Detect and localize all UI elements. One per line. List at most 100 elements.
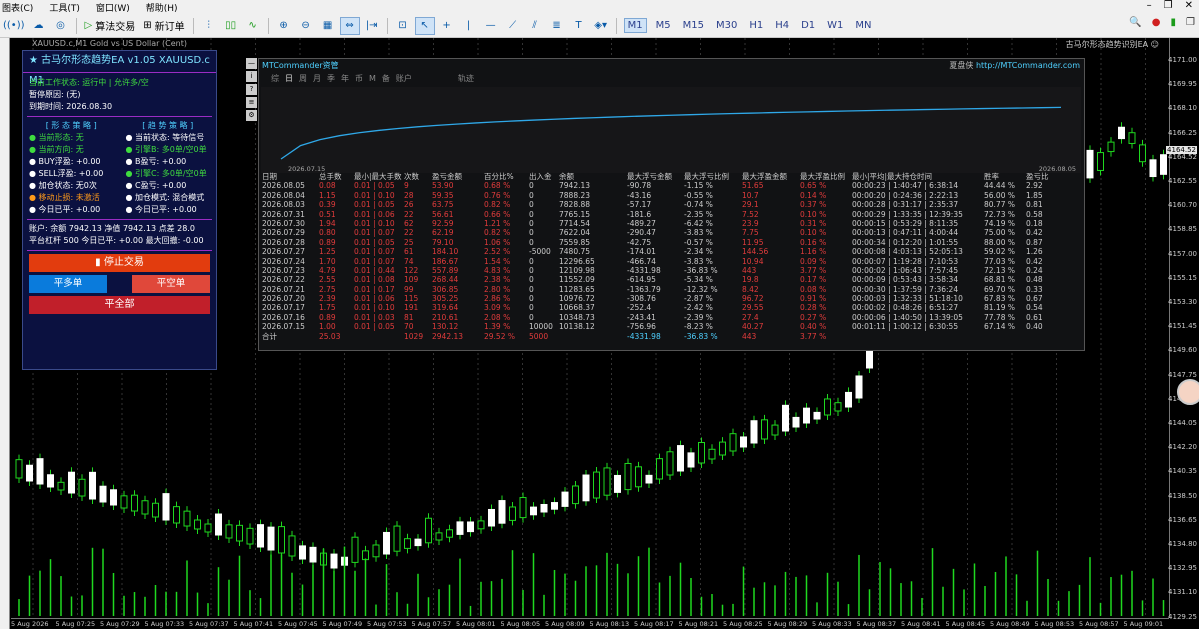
mtc-tab[interactable]: 季: [327, 74, 335, 83]
table-cell: 10000: [529, 322, 553, 332]
text-icon[interactable]: T: [569, 17, 589, 35]
table-cell: 0.66 %: [484, 209, 511, 219]
table-row: 2026.08.04 1.15 0.01 | 0.10 28 59.35 0.76 % 0 7…: [262, 191, 1082, 200]
table-cell: 0: [529, 237, 534, 247]
timeframe-m1[interactable]: M1: [623, 18, 647, 33]
zoom-out-icon[interactable]: ⊖: [296, 17, 316, 35]
table-cell: 99: [404, 284, 414, 294]
cloud-icon[interactable]: ☁: [29, 17, 49, 35]
table-cell: -4331.98: [627, 265, 661, 275]
mtc-title: MTCommander资管: [262, 61, 339, 70]
connection-icon[interactable]: ▮: [1171, 17, 1177, 28]
table-cell: 12109.98: [559, 265, 595, 275]
help-icon[interactable]: ?: [246, 84, 257, 95]
table-cell: 2026.07.30: [262, 218, 305, 228]
timeframe-m30[interactable]: M30: [713, 19, 740, 32]
timeframe-m5[interactable]: M5: [653, 19, 674, 32]
settings-icon[interactable]: ⚙: [246, 110, 257, 121]
zoom-in-icon[interactable]: ⊕: [274, 17, 294, 35]
mtc-tab[interactable]: 年: [341, 74, 349, 83]
menu-help[interactable]: 帮助(H): [146, 1, 178, 14]
time-tick: 5 Aug 07:53: [367, 620, 407, 628]
time-tick: 5 Aug 08:05: [500, 620, 541, 628]
list-icon[interactable]: ≡: [246, 97, 257, 108]
channel-icon[interactable]: ⫽: [525, 17, 545, 35]
table-cell: [1026, 332, 1056, 341]
navigator-edge: [0, 38, 10, 629]
table-row: 2026.08.03 0.39 0.01 | 0.05 26 63.75 0.82 % 0 7…: [262, 200, 1082, 209]
horizontal-line-icon[interactable]: —: [481, 17, 501, 35]
algo-trading-button[interactable]: ▷ 算法交易: [82, 17, 139, 35]
timeframe-w1[interactable]: W1: [824, 19, 846, 32]
tile-windows-icon[interactable]: ▦: [318, 17, 338, 35]
trendline-icon[interactable]: ⟋: [503, 17, 523, 35]
vertical-line-icon[interactable]: |: [459, 17, 479, 35]
mtc-tab[interactable]: 月: [313, 74, 321, 83]
menu-tools[interactable]: 工具(T): [49, 1, 80, 14]
mtc-tab[interactable]: 备: [382, 74, 390, 83]
close-buy-button[interactable]: 平多单: [29, 275, 107, 293]
close-sell-button[interactable]: 平空单: [132, 275, 210, 293]
restore-icon[interactable]: ❐: [1186, 17, 1195, 28]
mtc-tab[interactable]: 日: [285, 74, 293, 83]
fibonacci-icon[interactable]: ≣: [547, 17, 567, 35]
table-cell: 59.02 %: [984, 247, 1015, 257]
time-axis[interactable]: 5 Aug 2026 5 Aug 07:25 5 Aug 07:29 5 Aug 07…: [11, 618, 1169, 629]
table-cell: 115: [404, 294, 419, 304]
timeframe-mn[interactable]: MN: [852, 19, 874, 32]
candle-chart-icon[interactable]: ▯▯: [221, 17, 241, 35]
timeframe-h4[interactable]: H4: [772, 19, 792, 32]
timeframe-d1[interactable]: D1: [798, 19, 818, 32]
avatar[interactable]: [1177, 379, 1199, 405]
table-cell: 92.59: [432, 218, 454, 228]
crosshair-icon[interactable]: +: [437, 17, 457, 35]
mtc-tab[interactable]: 币: [355, 74, 363, 83]
minimize-icon[interactable]: –: [1147, 0, 1152, 11]
table-cell: 2026.07.17: [262, 303, 305, 313]
table-cell: 306.85: [432, 284, 459, 294]
scroll-chart-icon[interactable]: ⇔: [339, 16, 360, 35]
table-cell: 00:00:29 | 1:33:35 | 12:39:35: [852, 209, 963, 219]
time-tick: 5 Aug 08:25: [723, 620, 763, 628]
table-cell: 最小|平均|最大持仓时间: [852, 172, 933, 181]
table-cell: 5000: [529, 331, 549, 341]
screenshot-icon[interactable]: ⊡: [393, 17, 413, 35]
price-tick: 4129.25: [1168, 612, 1197, 621]
table-cell: 2.52 %: [484, 247, 511, 257]
close-all-button[interactable]: 平全部: [29, 296, 210, 314]
notification-icon[interactable]: ●: [1152, 17, 1161, 28]
timeframe-m15[interactable]: M15: [680, 19, 707, 32]
close-icon[interactable]: ✕: [1185, 0, 1193, 11]
stop-trading-button[interactable]: ▮ 停止交易: [29, 254, 210, 272]
mtc-url[interactable]: http://MTCommander.com: [976, 61, 1080, 70]
search-icon[interactable]: 🔍: [1129, 17, 1141, 28]
stats-table: 日期 总手数 最小|最大手数 次数 盈亏金额 百分比% 出入金 余额 最大浮亏金额 最大浮亏比例 最…: [262, 172, 1082, 341]
chart-shift-icon[interactable]: |⇥: [362, 17, 382, 35]
new-order-button[interactable]: ⊞ 新订单: [140, 17, 187, 35]
price-tick: 4132.95: [1168, 564, 1197, 573]
signal-icon[interactable]: ((•)): [1, 17, 27, 35]
mtc-tab[interactable]: M: [369, 74, 376, 83]
table-cell: 0.01 | 0.10: [354, 218, 395, 228]
info-icon[interactable]: i: [246, 71, 257, 82]
bar-chart-icon[interactable]: ⫶: [199, 17, 219, 35]
table-cell: 1.15: [319, 190, 336, 200]
cursor-icon[interactable]: ↖: [414, 16, 435, 35]
shapes-icon[interactable]: ◈▾: [591, 17, 611, 35]
table-cell: 00:00:30 | 1:37:59 | 7:36:24: [852, 284, 959, 294]
restore-icon[interactable]: ❐: [1164, 0, 1173, 11]
mtc-tab[interactable]: 周: [299, 74, 307, 83]
line-chart-icon[interactable]: ∿: [243, 17, 263, 35]
globe-icon[interactable]: ◎: [51, 17, 71, 35]
table-cell: 7.52: [742, 209, 759, 219]
price-tick: 4153.30: [1168, 298, 1197, 306]
mtc-tab[interactable]: 账户: [396, 74, 412, 83]
mtc-tab[interactable]: 综: [271, 74, 279, 83]
timeframe-h1[interactable]: H1: [746, 19, 766, 32]
menu-window[interactable]: 窗口(W): [96, 1, 130, 14]
table-cell: 186.67: [432, 256, 459, 266]
collapse-icon[interactable]: —: [246, 58, 257, 69]
menu-chart[interactable]: 图表(C): [2, 1, 33, 14]
price-axis[interactable]: 4171.00 4169.95 4168.10 4166.25 4164.52 4162.…: [1166, 38, 1199, 621]
mtc-tab[interactable]: 轨迹: [458, 74, 474, 83]
